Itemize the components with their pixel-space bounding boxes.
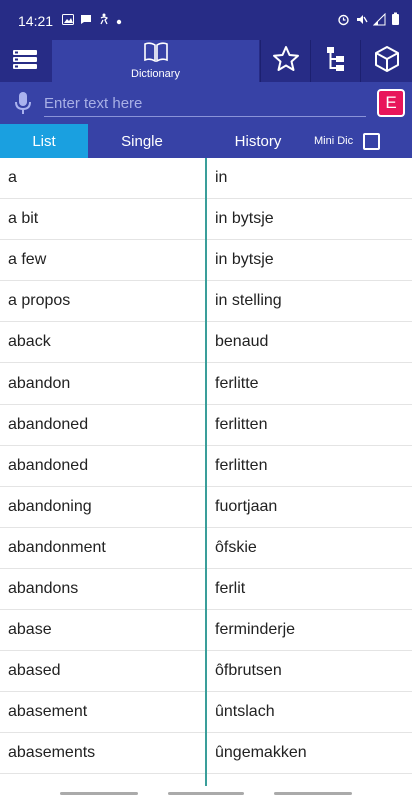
status-left-icons bbox=[62, 12, 122, 30]
translation-word: in bytsje bbox=[215, 210, 274, 228]
translation-word: in bytsje bbox=[215, 251, 274, 269]
tree-icon bbox=[324, 46, 348, 77]
source-word: abandonment bbox=[8, 538, 106, 556]
translation-word: in stelling bbox=[215, 292, 282, 310]
translation-word: ferlit bbox=[215, 579, 246, 597]
source-word: abased bbox=[8, 662, 61, 680]
star-icon bbox=[272, 45, 300, 78]
translation-word: ôfbrutsen bbox=[215, 662, 282, 680]
language-button[interactable]: E bbox=[377, 89, 405, 117]
menu-icon bbox=[12, 48, 38, 75]
translation-word: ûntslach bbox=[215, 703, 275, 721]
alarm-icon bbox=[337, 13, 350, 31]
translation-word: ferlitten bbox=[215, 456, 268, 474]
microphone-icon[interactable] bbox=[13, 91, 33, 120]
search-input[interactable] bbox=[44, 91, 366, 117]
column-divider bbox=[205, 158, 207, 786]
tab-list[interactable]: List bbox=[0, 124, 88, 158]
navigation-bar bbox=[0, 788, 412, 800]
status-bar: 14:21 bbox=[0, 0, 412, 40]
status-right-icons bbox=[337, 12, 400, 31]
cube-button[interactable] bbox=[360, 40, 412, 82]
gallery-icon bbox=[62, 12, 74, 30]
dictionary-label: Dictionary bbox=[131, 68, 180, 80]
mini-dic-toggle[interactable]: Mini Dic bbox=[314, 124, 412, 158]
source-word: abandoned bbox=[8, 456, 89, 474]
translation-word: ôfskie bbox=[215, 538, 257, 556]
translation-word: ferlitten bbox=[215, 415, 268, 433]
source-word: a bit bbox=[8, 210, 39, 228]
source-word: abasements bbox=[8, 744, 96, 762]
mute-icon bbox=[355, 13, 368, 31]
nav-recents-button[interactable] bbox=[60, 792, 138, 795]
mini-dic-checkbox[interactable] bbox=[363, 132, 381, 150]
source-word: abandoned bbox=[8, 415, 89, 433]
search-bar bbox=[0, 82, 412, 124]
mini-dic-label: Mini Dic bbox=[314, 135, 354, 147]
tab-single[interactable]: Single bbox=[96, 124, 188, 158]
translation-word: ferlitte bbox=[215, 374, 259, 392]
accessibility-icon bbox=[98, 12, 110, 30]
translation-word: fuortjaan bbox=[215, 497, 278, 515]
translation-word: ferminderje bbox=[215, 621, 296, 639]
menu-button[interactable] bbox=[0, 40, 50, 82]
favorites-button[interactable] bbox=[260, 40, 310, 82]
source-word: abandons bbox=[8, 579, 79, 597]
tab-history[interactable]: History bbox=[208, 124, 308, 158]
battery-icon bbox=[391, 12, 400, 31]
dictionary-button[interactable]: Dictionary bbox=[52, 40, 259, 82]
tree-button[interactable] bbox=[310, 40, 360, 82]
message-icon bbox=[80, 12, 92, 30]
source-word: a bbox=[8, 169, 17, 187]
source-word: abandoning bbox=[8, 497, 92, 515]
translation-word: in bbox=[215, 169, 228, 187]
tab-bar: List Single History Mini Dic bbox=[0, 124, 412, 158]
nav-home-button[interactable] bbox=[168, 792, 244, 795]
source-word: a few bbox=[8, 251, 47, 269]
signal-icon bbox=[372, 12, 386, 31]
app-toolbar: Dictionary bbox=[0, 40, 412, 82]
cube-icon bbox=[373, 45, 401, 78]
book-icon bbox=[143, 42, 169, 67]
source-word: a propos bbox=[8, 292, 71, 310]
source-word: abase bbox=[8, 621, 52, 639]
source-word: aback bbox=[8, 333, 51, 351]
status-time: 14:21 bbox=[18, 13, 54, 29]
nav-back-button[interactable] bbox=[274, 792, 352, 795]
translation-word: ûngemakken bbox=[215, 744, 307, 762]
source-word: abasement bbox=[8, 703, 88, 721]
source-word: abandon bbox=[8, 374, 71, 392]
dot-icon bbox=[116, 12, 122, 30]
translation-word: benaud bbox=[215, 333, 269, 351]
